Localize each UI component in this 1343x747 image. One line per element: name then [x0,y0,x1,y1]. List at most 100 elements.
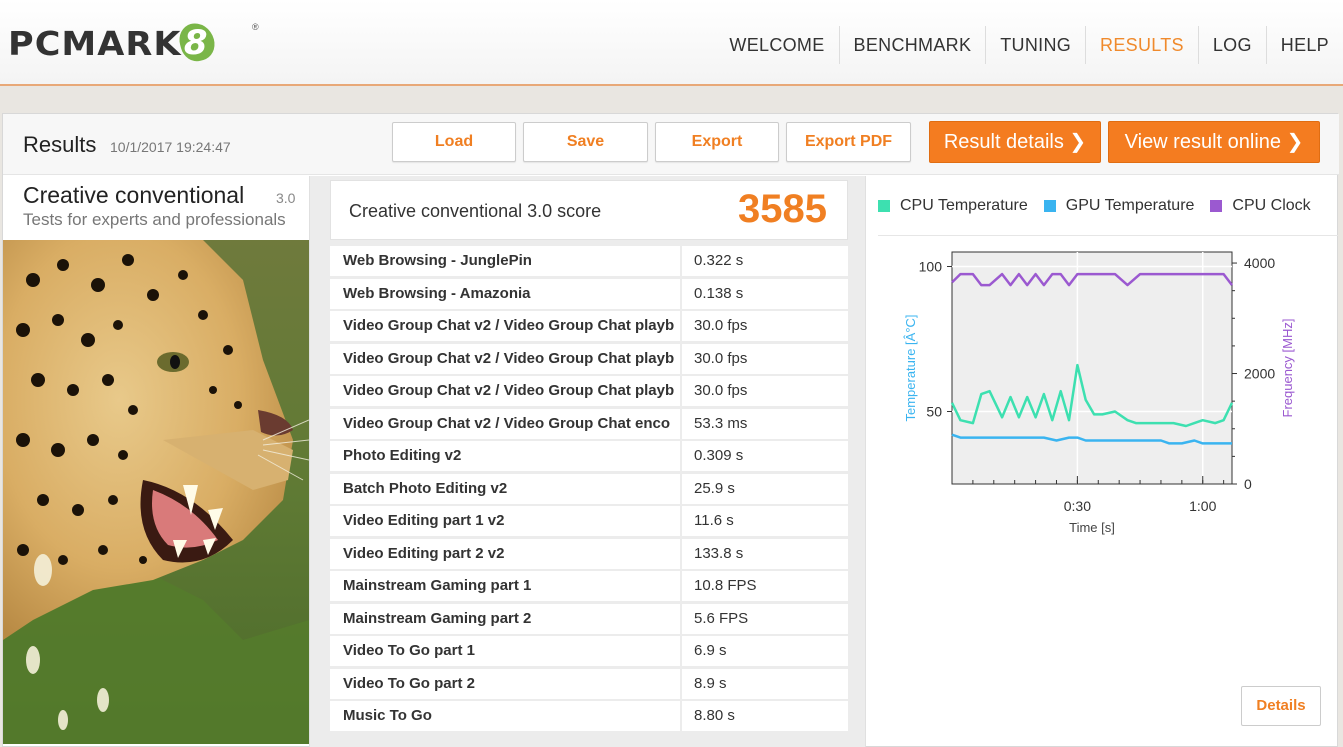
load-button[interactable]: Load [392,122,516,162]
logo-text: PCMARK [8,23,182,63]
save-button[interactable]: Save [523,122,648,162]
table-row: Music To Go 8.80 s [330,701,848,731]
subtest-value: 5.6 FPS [682,603,848,634]
legend-swatch-cpu-clock [1210,199,1223,212]
subtest-value: 25.9 s [682,473,848,504]
subtest-name: Video Editing part 1 v2 [330,506,680,536]
legend-swatch-cpu-temperature [878,199,890,212]
subtest-value: 0.309 s [682,441,848,471]
legend-label-cpu-clock: CPU Clock [1232,196,1311,214]
subtest-name: Batch Photo Editing v2 [330,473,680,504]
nav-tuning[interactable]: TUNING [985,26,1085,64]
legend-label-gpu-temperature: GPU Temperature [1065,196,1195,214]
legend-item-gpu-temperature: GPU Temperature [1043,196,1195,215]
logo-version: 8 [183,23,208,63]
table-row: Photo Editing v2 0.309 s [330,441,848,471]
subtest-name: Video Group Chat v2 / Video Group Chat e… [330,408,680,439]
chart-legend: CPU Temperature GPU Temperature CPU Cloc… [878,176,1338,236]
top-bar: PCMARK 8 ® WELCOME BENCHMARK TUNING RESU… [0,0,1343,86]
table-row: Video Group Chat v2 / Video Group Chat p… [330,343,848,374]
score-label: Creative conventional 3.0 score [349,201,602,221]
result-timestamp: 10/1/2017 19:24:47 [110,139,231,155]
overall-score-card: Creative conventional 3.0 score 3585 [330,180,848,240]
nav-results[interactable]: RESULTS [1085,26,1198,64]
legend-label-cpu-temperature: CPU Temperature [900,196,1028,214]
pcmark-logo: PCMARK 8 ® [8,19,259,66]
view-result-online-button[interactable]: View result online ❯ [1108,121,1320,163]
subtest-name: Music To Go [330,701,680,731]
subtest-value: 8.80 s [682,701,848,731]
logo-version-badge: 8 [175,19,219,65]
x-tick-label: 0:30 [1064,498,1091,514]
table-row: Web Browsing - Amazonia 0.138 s [330,278,848,309]
details-button[interactable]: Details [1241,686,1321,726]
y-left-axis-label: Temperature [Â°C] [903,314,918,421]
subtest-name: Video Group Chat v2 / Video Group Chat p… [330,376,680,406]
monitoring-column: CPU Temperature GPU Temperature CPU Cloc… [865,176,1339,747]
monitoring-chart: 100 50 4000 2000 0 0:30 1:00 Time [s] Temperatur… [903,251,1295,535]
scores-column: Creative conventional 3.0 score 3585 Web… [310,176,865,747]
table-row: Video Group Chat v2 / Video Group Chat p… [330,311,848,341]
x-axis-label: Time [s] [1069,520,1115,535]
subtest-value: 11.6 s [682,506,848,536]
subtest-name: Video To Go part 1 [330,636,680,666]
subtest-name: Video Group Chat v2 / Video Group Chat p… [330,311,680,341]
legend-item-cpu-temperature: CPU Temperature [878,197,1028,215]
y-right-axis-label: Frequency [MHz] [1280,319,1295,418]
page-title: Results [23,132,97,157]
subtest-value: 10.8 FPS [682,571,848,601]
result-details-button[interactable]: Result details ❯ [929,121,1101,163]
subtest-value: 0.138 s [682,278,848,309]
subtest-name: Photo Editing v2 [330,441,680,471]
subtest-name: Mainstream Gaming part 1 [330,571,680,601]
subtest-value: 0.322 s [682,246,848,276]
subtest-results-list: Web Browsing - JunglePin 0.322 s Web Brows… [330,246,848,734]
subtest-value: 30.0 fps [682,311,848,341]
leopard-image [3,240,309,744]
table-row: Video Group Chat v2 / Video Group Chat e… [330,408,848,439]
subtest-name: Video To Go part 2 [330,668,680,699]
subtest-name: Video Group Chat v2 / Video Group Chat p… [330,343,680,374]
nav-log[interactable]: LOG [1197,26,1266,64]
table-row: Web Browsing - JunglePin 0.322 s [330,246,848,276]
export-pdf-button[interactable]: Export PDF [786,122,911,162]
subtest-name: Web Browsing - JunglePin [330,246,680,276]
subtest-name: Mainstream Gaming part 2 [330,603,680,634]
table-row: Video To Go part 2 8.9 s [330,668,848,699]
subtest-value: 8.9 s [682,668,848,699]
table-row: Video Editing part 2 v2 133.8 s [330,538,848,569]
subtest-value: 30.0 fps [682,343,848,374]
score-value: 3585 [738,187,827,231]
subtest-value: 6.9 s [682,636,848,666]
y-left-tick-label: 50 [926,404,942,420]
table-row: Mainstream Gaming part 1 10.8 FPS [330,571,848,601]
test-version: 3.0 [276,190,296,206]
main-nav: WELCOME BENCHMARK TUNING RESULTS LOG HEL… [715,26,1343,64]
export-button[interactable]: Export [655,122,779,162]
nav-benchmark[interactable]: BENCHMARK [838,26,986,64]
y-right-tick-label: 2000 [1244,366,1275,382]
table-row: Batch Photo Editing v2 25.9 s [330,473,848,504]
subtest-value: 133.8 s [682,538,848,569]
nav-help[interactable]: HELP [1265,26,1343,64]
results-header: Results 10/1/2017 19:24:47 Load Save Exp… [3,114,1339,175]
legend-item-cpu-clock: CPU Clock [1210,196,1311,215]
table-row: Mainstream Gaming part 2 5.6 FPS [330,603,848,634]
test-subtitle: Tests for experts and professionals [23,210,286,229]
subtest-value: 30.0 fps [682,376,848,406]
legend-swatch-gpu-temperature [1043,199,1056,212]
y-left-tick-label: 100 [919,259,943,275]
subtest-name: Video Editing part 2 v2 [330,538,680,569]
nav-welcome[interactable]: WELCOME [715,26,838,64]
y-right-tick-label: 4000 [1244,255,1275,271]
table-row: Video Group Chat v2 / Video Group Chat p… [330,376,848,406]
logo-trademark: ® [252,22,259,32]
y-right-tick-label: 0 [1244,476,1252,492]
table-row: Video Editing part 1 v2 11.6 s [330,506,848,536]
test-name: Creative conventional [23,182,245,208]
table-row: Video To Go part 1 6.9 s [330,636,848,666]
results-panel: Results 10/1/2017 19:24:47 Load Save Exp… [2,113,1339,747]
subtest-value: 53.3 ms [682,408,848,439]
plot-area [951,251,1233,485]
subtest-name: Web Browsing - Amazonia [330,278,680,309]
